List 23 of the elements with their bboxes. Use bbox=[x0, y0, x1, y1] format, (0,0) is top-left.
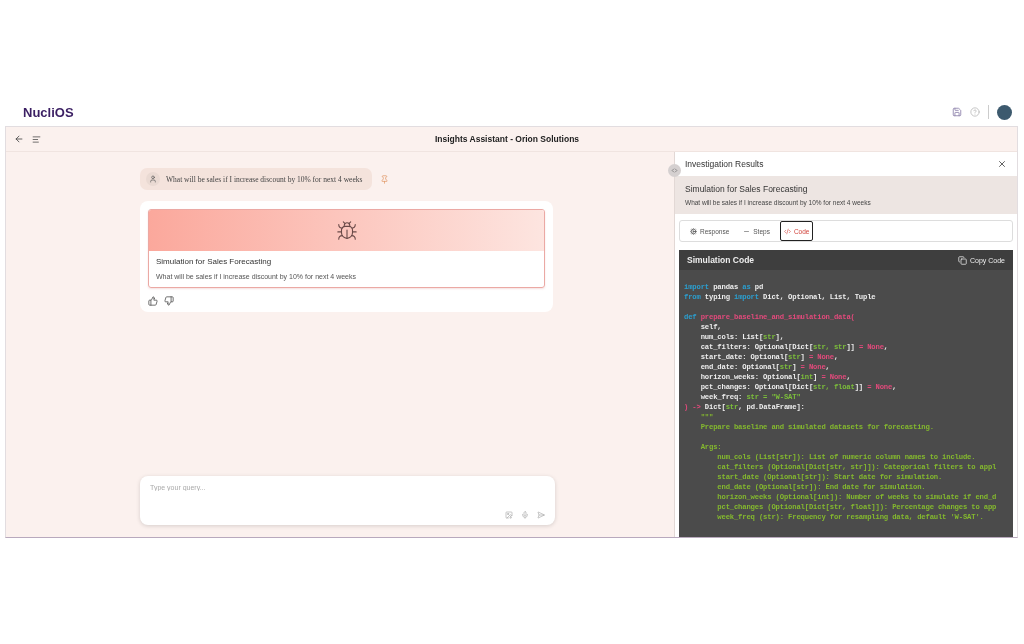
save-icon[interactable] bbox=[952, 107, 962, 117]
brand-logo: NucliOS bbox=[23, 104, 74, 120]
thumbs-up-icon[interactable] bbox=[148, 296, 158, 306]
code-title: Simulation Code bbox=[687, 255, 755, 265]
back-icon[interactable] bbox=[14, 134, 24, 144]
pin-icon[interactable] bbox=[380, 174, 390, 184]
code-icon bbox=[783, 227, 791, 235]
close-icon[interactable] bbox=[997, 159, 1007, 169]
user-icon bbox=[146, 172, 160, 186]
result-heading: Simulation for Sales Forecasting bbox=[685, 184, 809, 194]
microphone-icon[interactable] bbox=[521, 511, 529, 519]
chevrons-icon bbox=[671, 167, 678, 174]
menu-icon[interactable] bbox=[32, 134, 41, 144]
thumbs-down-icon[interactable] bbox=[164, 296, 174, 306]
card-title: Simulation for Sales Forecasting bbox=[156, 257, 273, 266]
gear-icon bbox=[690, 227, 697, 235]
window-title: Insights Assistant - Orion Solutions bbox=[433, 134, 581, 144]
image-icon[interactable] bbox=[505, 511, 513, 519]
send-icon[interactable] bbox=[537, 511, 545, 519]
help-icon[interactable] bbox=[970, 107, 980, 117]
panel-title: Investigation Results bbox=[685, 159, 764, 169]
copy-icon bbox=[957, 255, 967, 265]
avatar[interactable] bbox=[997, 104, 1012, 120]
